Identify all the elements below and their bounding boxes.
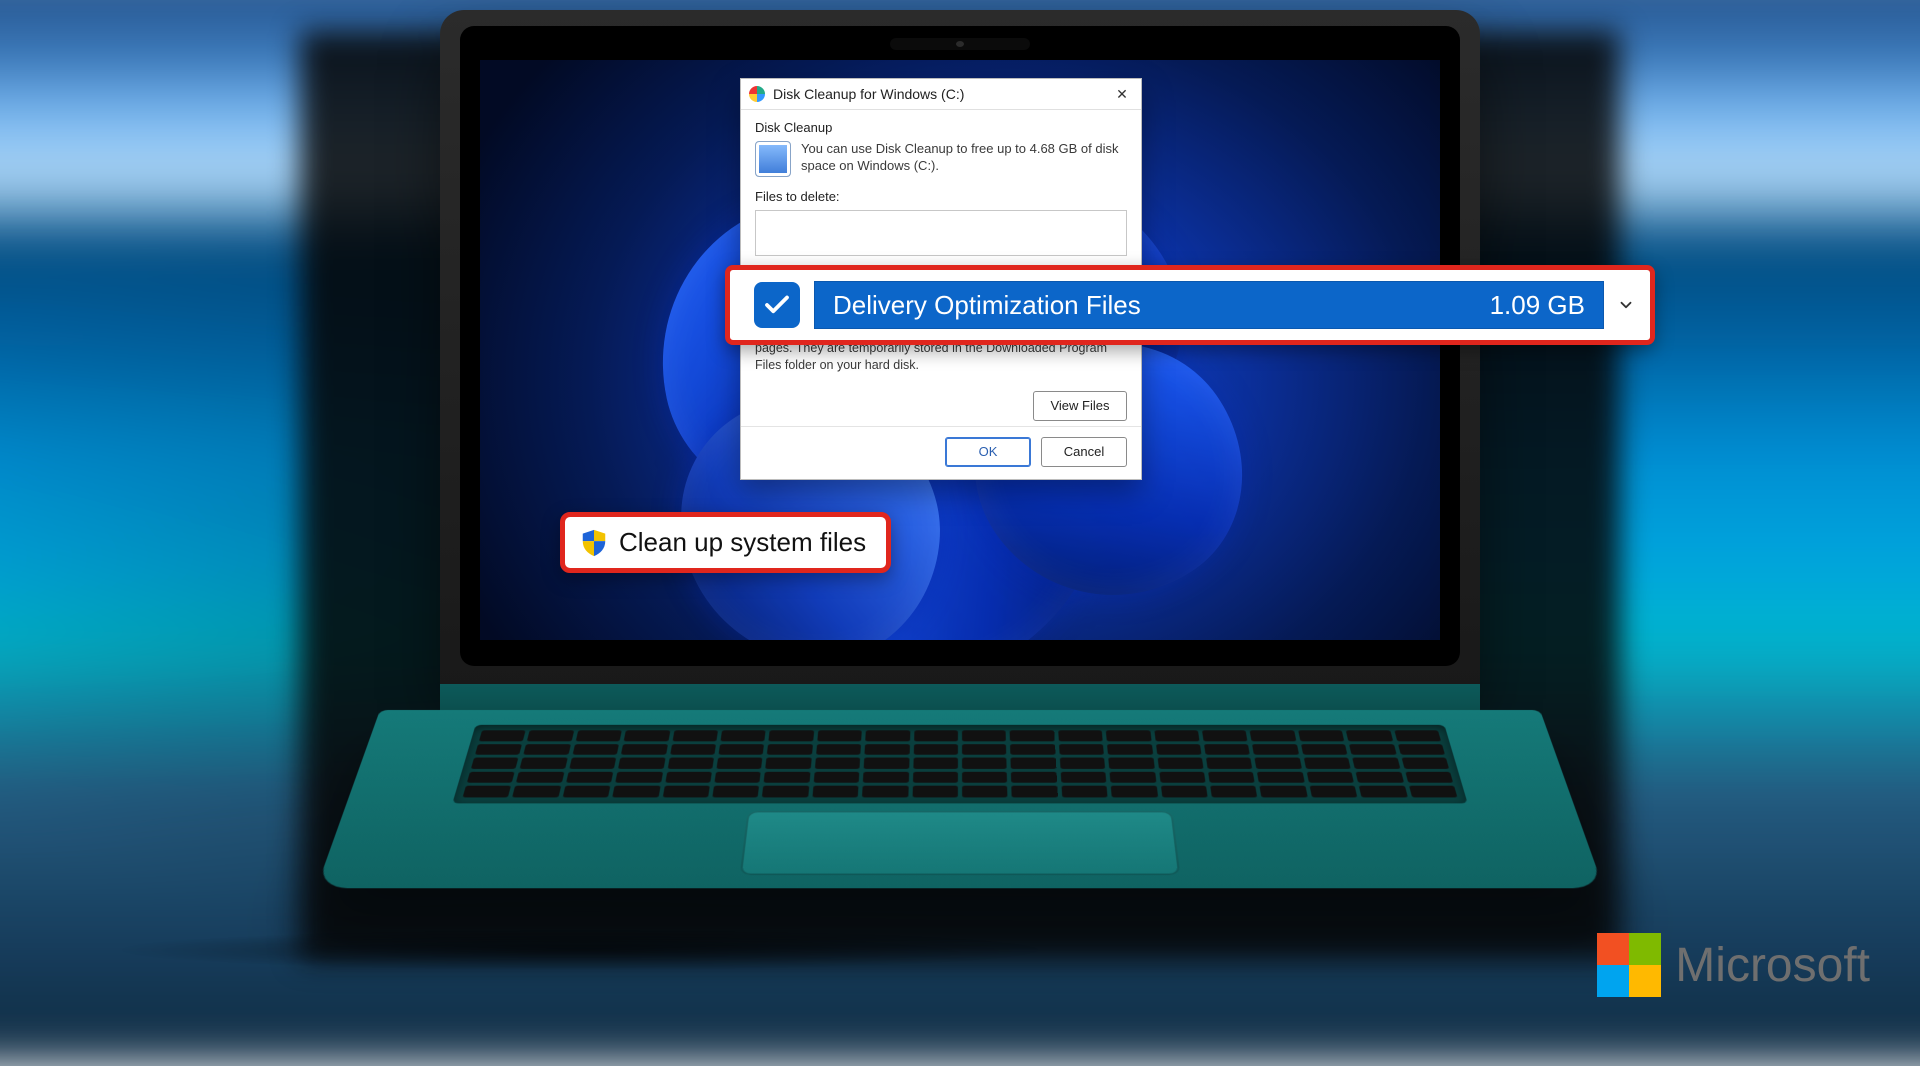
files-to-delete-list[interactable] [755, 210, 1127, 256]
selected-item-name: Delivery Optimization Files [833, 290, 1141, 321]
microsoft-logo: Microsoft [1597, 933, 1870, 997]
ok-button[interactable]: OK [945, 437, 1031, 467]
laptop-camera-notch [890, 38, 1030, 50]
highlight-selected-item: Delivery Optimization Files 1.09 GB [725, 265, 1655, 345]
laptop-mockup: Disk Cleanup for Windows (C:) ✕ Disk Cle… [380, 10, 1540, 970]
laptop-keyboard [452, 725, 1467, 804]
clean-up-system-files-label: Clean up system files [619, 527, 866, 558]
laptop-shadow [120, 930, 1040, 970]
drive-icon [755, 141, 791, 177]
cancel-label: Cancel [1064, 444, 1104, 459]
view-files-button[interactable]: View Files [1033, 391, 1127, 421]
selected-list-item[interactable]: Delivery Optimization Files 1.09 GB [814, 281, 1604, 329]
clean-up-system-files-button[interactable]: Clean up system files [560, 512, 891, 573]
microsoft-logo-text: Microsoft [1675, 938, 1870, 993]
microsoft-logo-icon [1597, 933, 1661, 997]
laptop-deck [316, 710, 1604, 888]
ok-label: OK [979, 444, 998, 459]
view-files-label: View Files [1050, 398, 1109, 413]
disk-cleanup-icon [749, 86, 765, 102]
dialog-titlebar[interactable]: Disk Cleanup for Windows (C:) ✕ [741, 79, 1141, 110]
chevron-down-icon[interactable] [1612, 282, 1640, 328]
cancel-button[interactable]: Cancel [1041, 437, 1127, 467]
laptop-trackpad [740, 811, 1181, 875]
dialog-button-row: OK Cancel [741, 426, 1141, 479]
section-title: Disk Cleanup [755, 120, 1127, 135]
close-icon[interactable]: ✕ [1109, 83, 1135, 105]
info-text: You can use Disk Cleanup to free up to 4… [801, 141, 1127, 175]
dialog-title: Disk Cleanup for Windows (C:) [773, 86, 964, 102]
selected-item-size: 1.09 GB [1490, 290, 1585, 321]
uac-shield-icon [579, 528, 609, 558]
checkbox-checked-icon[interactable] [754, 282, 800, 328]
files-to-delete-label: Files to delete: [755, 189, 1127, 204]
